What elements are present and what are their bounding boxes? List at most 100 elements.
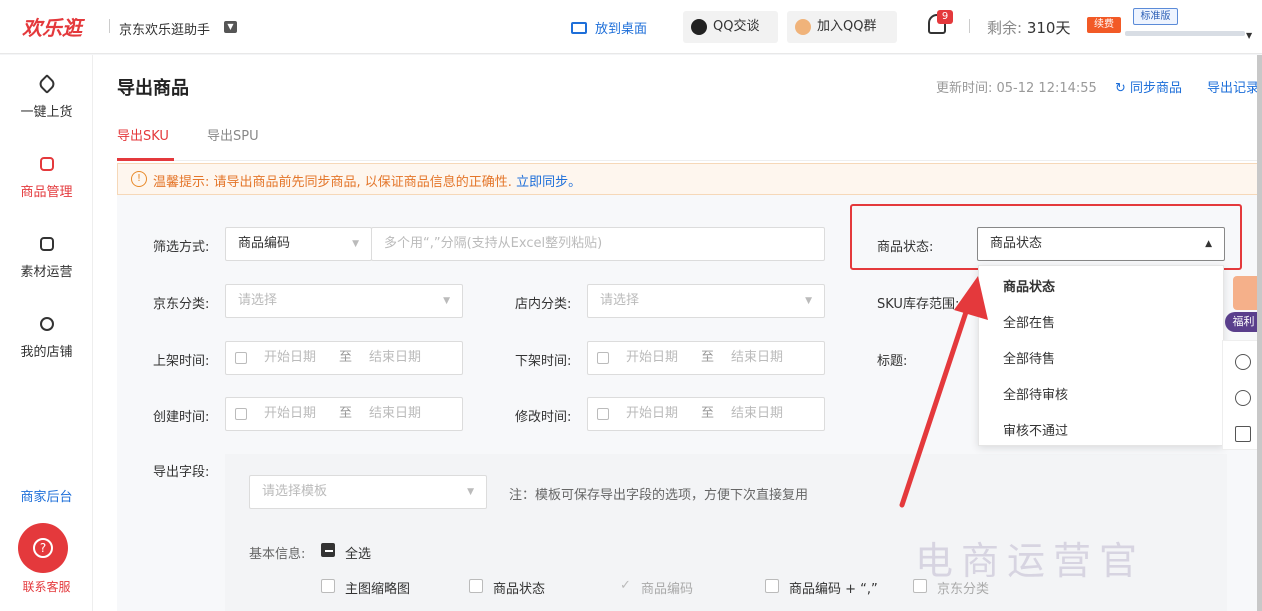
merchant-backend-link[interactable]: 商家后台 bbox=[0, 486, 93, 505]
calendar-icon bbox=[597, 408, 609, 420]
export-log-link[interactable]: 导出记录 bbox=[1207, 77, 1259, 96]
date-end[interactable]: 结束日期 bbox=[369, 342, 421, 374]
annotation-arrow bbox=[899, 276, 988, 508]
date-start[interactable]: 开始日期 bbox=[626, 342, 678, 374]
dropdown-option[interactable]: 全部待审核 bbox=[1003, 384, 1068, 403]
date-end[interactable]: 结束日期 bbox=[369, 398, 421, 430]
create-time-range[interactable]: 开始日期 至 结束日期 bbox=[225, 397, 463, 431]
date-separator: 至 bbox=[339, 350, 353, 365]
page-title: 导出商品 bbox=[117, 78, 189, 99]
dropdown-option[interactable]: 全部在售 bbox=[1003, 312, 1055, 331]
notice-message: 温馨提示: 请导出商品前先同步商品, 以保证商品信息的正确性. bbox=[153, 175, 512, 190]
edition-badge: 标准版 bbox=[1133, 8, 1178, 25]
divider bbox=[969, 19, 970, 33]
account-menu[interactable] bbox=[1125, 31, 1245, 36]
field-checkbox-code-comma[interactable] bbox=[765, 579, 779, 593]
image-icon bbox=[39, 237, 54, 251]
sidebar-item-label: 素材运营 bbox=[20, 265, 73, 280]
filter-codes-placeholder: 多个用“,”分隔(支持从Excel整列粘贴) bbox=[384, 236, 603, 251]
bag-icon bbox=[39, 157, 54, 171]
jd-category-placeholder: 请选择 bbox=[238, 293, 278, 308]
dropdown-option[interactable]: 审核不通过 bbox=[1003, 420, 1068, 439]
sidebar-item-materials[interactable]: 素材运营 bbox=[0, 237, 93, 280]
dropdown-option[interactable]: 全部待售 bbox=[1003, 348, 1055, 367]
list-time-range[interactable]: 开始日期 至 结束日期 bbox=[225, 341, 463, 375]
status-highlight-box bbox=[850, 204, 1242, 270]
join-qq-group-label: 加入QQ群 bbox=[817, 19, 877, 34]
create-time-label: 创建时间: bbox=[153, 410, 210, 425]
template-placeholder: 请选择模板 bbox=[262, 484, 328, 499]
status-dropdown-menu: 商品状态 全部在售 全部待售 全部待审核 审核不通过 bbox=[978, 265, 1224, 446]
modify-time-label: 修改时间: bbox=[515, 410, 572, 425]
basic-info-label: 基本信息: bbox=[249, 547, 306, 562]
sync-products-label: 同步商品 bbox=[1130, 81, 1183, 96]
date-end[interactable]: 结束日期 bbox=[731, 398, 783, 430]
renew-badge[interactable]: 续费 bbox=[1087, 17, 1121, 33]
tag-icon bbox=[36, 74, 57, 94]
send-to-desktop-label: 放到桌面 bbox=[595, 22, 648, 37]
chevron-down-icon[interactable]: ▼ bbox=[1246, 31, 1252, 40]
date-end[interactable]: 结束日期 bbox=[731, 342, 783, 374]
app-name: 京东欢乐逛助手 bbox=[119, 23, 211, 38]
select-all-checkbox[interactable] bbox=[321, 543, 335, 557]
list-time-label: 上架时间: bbox=[153, 354, 210, 369]
sidebar-item-store[interactable]: 我的店铺 bbox=[0, 317, 93, 360]
field-checkbox-thumbnail[interactable] bbox=[321, 579, 335, 593]
customer-service-button[interactable]: ? bbox=[18, 523, 68, 573]
sync-now-link[interactable]: 立即同步。 bbox=[516, 175, 581, 190]
tab-export-sku[interactable]: 导出SKU bbox=[117, 125, 169, 144]
monitor-icon bbox=[571, 22, 587, 34]
field-label: 主图缩略图 bbox=[345, 582, 411, 597]
field-checkbox-status[interactable] bbox=[469, 579, 483, 593]
notice-banner: ! 温馨提示: 请导出商品前先同步商品, 以保证商品信息的正确性. 立即同步。 bbox=[117, 163, 1262, 195]
calendar-icon bbox=[597, 352, 609, 364]
tab-export-spu[interactable]: 导出SPU bbox=[207, 125, 259, 144]
date-separator: 至 bbox=[701, 350, 715, 365]
caret-down-icon: ▼ bbox=[805, 296, 812, 306]
warning-icon: ! bbox=[131, 171, 147, 187]
dropdown-option[interactable]: 商品状态 bbox=[1003, 276, 1055, 295]
check-icon: ✓ bbox=[620, 578, 631, 593]
date-start[interactable]: 开始日期 bbox=[626, 398, 678, 430]
date-start[interactable]: 开始日期 bbox=[264, 398, 316, 430]
app-logo[interactable]: 欢乐逛 bbox=[22, 12, 82, 41]
jd-category-select[interactable]: 请选择 ▼ bbox=[225, 284, 463, 318]
caret-down-icon: ▼ bbox=[352, 239, 359, 249]
filter-method-value: 商品编码 bbox=[238, 236, 291, 251]
scrollbar[interactable] bbox=[1257, 55, 1262, 611]
remaining-value: 310天 bbox=[1026, 19, 1071, 37]
modify-time-range[interactable]: 开始日期 至 结束日期 bbox=[587, 397, 825, 431]
qq-penguin-icon bbox=[691, 19, 707, 35]
field-label: 商品状态 bbox=[493, 582, 546, 597]
help-icon[interactable] bbox=[1235, 390, 1251, 406]
sidebar-item-upload[interactable]: 一键上货 bbox=[0, 74, 93, 120]
sync-products-link[interactable]: ↻ 同步商品 bbox=[1115, 77, 1182, 96]
app-menu-caret-icon[interactable]: ▼ bbox=[224, 21, 237, 33]
question-icon: ? bbox=[33, 538, 53, 558]
qq-chat-button[interactable]: QQ交谈 bbox=[683, 11, 778, 43]
field-label: 商品编码 + “,” bbox=[789, 582, 878, 597]
divider bbox=[109, 19, 110, 33]
sidebar-item-label: 一键上货 bbox=[20, 105, 73, 120]
document-icon[interactable] bbox=[1235, 426, 1251, 442]
delist-time-range[interactable]: 开始日期 至 结束日期 bbox=[587, 341, 825, 375]
shop-category-select[interactable]: 请选择 ▼ bbox=[587, 284, 825, 318]
shop-category-placeholder: 请选择 bbox=[600, 293, 640, 308]
sidebar-item-products[interactable]: 商品管理 bbox=[0, 157, 93, 200]
filter-codes-input[interactable]: 多个用“,”分隔(支持从Excel整列粘贴) bbox=[371, 227, 825, 261]
calendar-icon bbox=[235, 408, 247, 420]
shop-category-label: 店内分类: bbox=[515, 297, 572, 312]
customer-service-label: 联系客服 bbox=[22, 580, 71, 594]
group-icon bbox=[795, 19, 811, 35]
date-start[interactable]: 开始日期 bbox=[264, 342, 316, 374]
filter-method-label: 筛选方式: bbox=[153, 240, 210, 255]
send-to-desktop-button[interactable]: 放到桌面 bbox=[571, 18, 647, 37]
caret-down-icon: ▼ bbox=[443, 296, 450, 306]
filter-method-select[interactable]: 商品编码 ▼ bbox=[225, 227, 372, 261]
join-qq-group-button[interactable]: 加入QQ群 bbox=[787, 11, 897, 43]
field-label: 商品编码 bbox=[641, 582, 694, 597]
caret-down-icon: ▼ bbox=[467, 487, 474, 497]
export-fields-label: 导出字段: bbox=[153, 465, 210, 480]
template-select[interactable]: 请选择模板 ▼ bbox=[249, 475, 487, 509]
headset-icon[interactable] bbox=[1235, 354, 1251, 370]
